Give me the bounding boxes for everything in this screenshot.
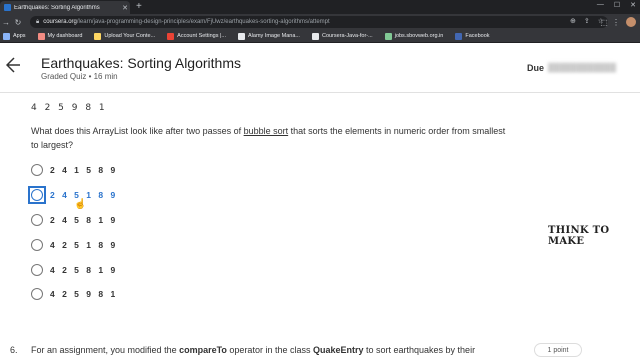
- question-number: 6.: [10, 345, 18, 355]
- radio-button[interactable]: [31, 164, 43, 176]
- address-bar[interactable]: 🔒︎ coursera.org /learn/java-programming-…: [30, 16, 608, 28]
- close-window-icon[interactable]: ✕: [630, 1, 636, 9]
- bookmark-favicon-icon: [37, 32, 45, 40]
- bookmark-favicon-icon: [238, 32, 245, 40]
- compare-to-keyword: compareTo: [179, 345, 227, 355]
- answer-option[interactable]: 2 4 5 8 1 9: [28, 211, 118, 229]
- bubble-sort-link[interactable]: bubble sort: [244, 126, 289, 136]
- bookmark-favicon-icon: [167, 32, 175, 40]
- bookmark-favicon-icon: [311, 32, 319, 40]
- bookmark-label: jobs.sbovweb.org.in: [394, 33, 444, 39]
- tab-close-icon[interactable]: ✕: [120, 4, 130, 12]
- answer-option-label: 2 4 1 5 8 9: [50, 165, 118, 175]
- radio-button[interactable]: [31, 189, 43, 201]
- question-text: What does this ArrayList look like after…: [31, 124, 511, 152]
- url-host: coursera.org: [43, 19, 77, 25]
- lock-icon: 🔒︎: [36, 18, 40, 25]
- coursera-favicon-icon: [4, 4, 11, 11]
- answer-option-label: 4 2 5 8 1 9: [50, 265, 118, 275]
- points-badge: 1 point: [534, 343, 582, 357]
- bookmark-item[interactable]: jobs.sbovweb.org.in: [384, 32, 444, 40]
- answer-option-label: 2 4 5 8 1 9: [50, 215, 118, 225]
- browser-tab[interactable]: Earthquakes: Sorting Algorithms ✕: [0, 1, 130, 14]
- new-tab-icon[interactable]: +: [136, 1, 142, 12]
- due-date-redacted: ████████████: [548, 63, 617, 72]
- tab-title: Earthquakes: Sorting Algorithms: [14, 4, 100, 11]
- answer-option-label: 4 2 5 1 8 9: [50, 240, 118, 250]
- next-question-text: For an assignment, you modified the comp…: [31, 345, 475, 355]
- reload-icon[interactable]: ↻: [12, 18, 24, 27]
- zoom-icon[interactable]: ⊕: [570, 17, 576, 25]
- answer-option[interactable]: 4 2 5 9 8 1: [28, 285, 118, 303]
- url-path: /learn/java-programming-design-principle…: [76, 19, 330, 25]
- bookmark-item[interactable]: My dashboard: [37, 32, 83, 40]
- bookmark-label: My dashboard: [47, 33, 83, 39]
- question-text-pre: What does this ArrayList look like after…: [31, 126, 244, 136]
- maximize-icon[interactable]: ☐: [614, 1, 620, 9]
- answer-option-label: 4 2 5 9 8 1: [50, 289, 118, 299]
- array-list-values: 4 2 5 9 8 1: [31, 103, 108, 113]
- bookmark-favicon-icon: [455, 32, 463, 40]
- bookmark-item[interactable]: Upload Your Conte...: [94, 32, 156, 40]
- bookmark-favicon-icon: [384, 32, 392, 40]
- next-question-pre: For an assignment, you modified the: [31, 345, 180, 355]
- profile-avatar[interactable]: [626, 17, 636, 27]
- share-icon[interactable]: ⇪: [584, 17, 590, 25]
- back-arrow-icon[interactable]: [6, 55, 22, 75]
- watermark: THINK TO MAKE: [548, 225, 610, 247]
- browser-tabstrip: Earthquakes: Sorting Algorithms ✕ + — ☐ …: [0, 0, 640, 14]
- focus-ring: [28, 186, 46, 204]
- radio-button[interactable]: [31, 264, 43, 276]
- answer-option[interactable]: 4 2 5 8 1 9: [28, 261, 118, 279]
- radio-button[interactable]: [31, 214, 43, 226]
- bookmark-label: Upload Your Conte...: [104, 33, 156, 39]
- quiz-header: Earthquakes: Sorting Algorithms Graded Q…: [0, 43, 640, 93]
- bookmark-item[interactable]: Apps: [3, 32, 26, 40]
- bookmark-item[interactable]: Coursera-Java-for-...: [311, 32, 373, 40]
- bookmark-label: Coursera-Java-for-...: [321, 33, 373, 39]
- next-question-post: to sort earthquakes by their: [363, 345, 476, 355]
- menu-icon[interactable]: ⋮: [610, 18, 622, 27]
- bookmark-label: Alamy Image Mana...: [248, 33, 300, 39]
- mouse-cursor-icon: ☝: [74, 199, 87, 210]
- radio-button[interactable]: [31, 288, 43, 300]
- page-title: Earthquakes: Sorting Algorithms: [41, 55, 241, 71]
- window-controls: — ☐ ✕: [597, 1, 636, 9]
- apps-grid-icon: [3, 32, 10, 40]
- bookmark-item[interactable]: Account Settings |...: [167, 32, 226, 40]
- minimize-icon[interactable]: —: [597, 1, 604, 9]
- radio-button[interactable]: [31, 239, 43, 251]
- next-question-mid: operator in the class: [226, 345, 313, 355]
- answer-option[interactable]: 2 4 1 5 8 9: [28, 161, 118, 179]
- bookmark-label: Facebook: [465, 33, 490, 39]
- bookmark-item[interactable]: Alamy Image Mana...: [238, 32, 300, 40]
- forward-icon[interactable]: →: [0, 18, 12, 27]
- extensions-icon[interactable]: ⬚: [598, 18, 610, 27]
- bookmark-item[interactable]: Facebook: [455, 32, 490, 40]
- browser-toolbar: → ↻ 🔒︎ coursera.org /learn/java-programm…: [0, 14, 640, 30]
- bookmark-label: Apps: [13, 33, 26, 39]
- quake-entry-keyword: QuakeEntry: [312, 345, 364, 355]
- bookmarks-bar: Apps My dashboard Upload Your Conte... Acco…: [0, 30, 640, 43]
- quiz-subtitle: Graded Quiz • 16 min: [41, 72, 118, 81]
- answer-option[interactable]: 2 4 5 1 8 9: [28, 186, 118, 204]
- answer-option[interactable]: 4 2 5 1 8 9: [28, 236, 118, 254]
- bookmark-label: Account Settings |...: [177, 33, 226, 39]
- bookmark-favicon-icon: [94, 32, 102, 40]
- due-label: Due: [527, 63, 545, 73]
